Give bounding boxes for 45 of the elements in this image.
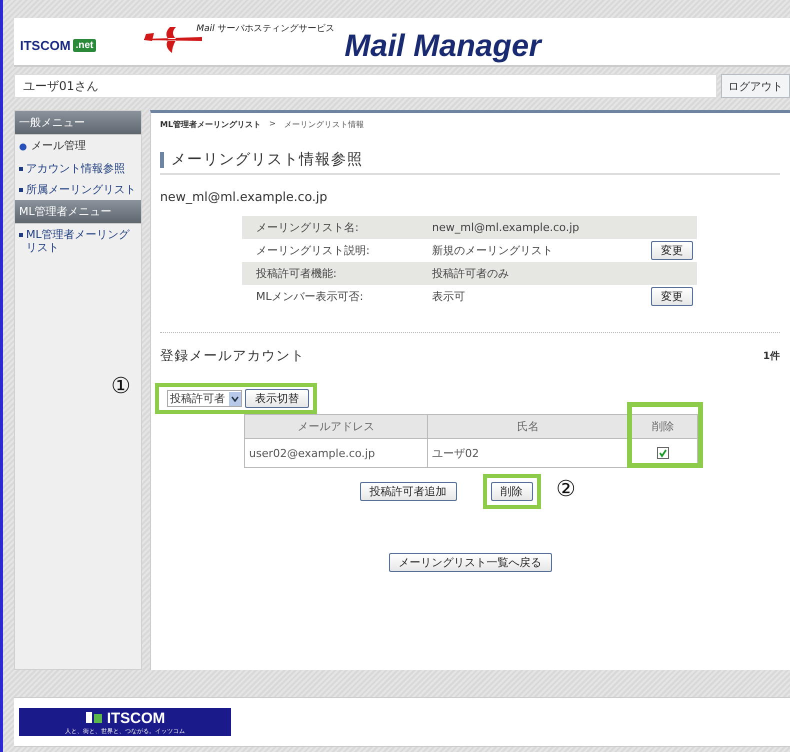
dropdown-icon: [229, 392, 241, 406]
product-title: Mail Manager: [344, 28, 541, 64]
menu-section-header: ML管理者メニュー: [15, 200, 141, 224]
info-label: 投稿許可者機能:: [242, 262, 418, 285]
footer-logo-text: ITSCOM: [106, 710, 166, 727]
info-label: MLメンバー表示可否:: [242, 285, 418, 308]
info-label: メーリングリスト説明:: [242, 239, 418, 262]
bullet-icon: [19, 233, 23, 237]
menu-section-header: 一般メニュー: [15, 111, 141, 135]
logo-text: ITSCOM: [20, 38, 71, 53]
menu-heading: メール管理: [30, 139, 86, 152]
logo-badge: .net: [72, 39, 96, 52]
info-value: 投稿許可者のみ: [418, 262, 633, 285]
switch-view-button[interactable]: 表示切替: [245, 389, 309, 408]
checkbox[interactable]: [657, 447, 669, 460]
step-marker: ②: [556, 477, 576, 502]
user-name: ユーザ01さん: [14, 74, 717, 98]
menu-link[interactable]: ML管理者メーリングリスト: [26, 228, 139, 254]
add-poster-button[interactable]: 投稿許可者追加: [360, 482, 456, 501]
list-address: new_ml@ml.example.co.jp: [160, 189, 328, 204]
info-value: new_ml@ml.example.co.jp: [418, 216, 633, 239]
logout-button[interactable]: ログアウト: [721, 74, 790, 98]
delete-button[interactable]: 削除: [490, 482, 532, 501]
menu-link[interactable]: 所属メーリングリスト: [26, 183, 136, 196]
back-button[interactable]: メーリングリスト一覧へ戻る: [388, 553, 552, 572]
service-tagline: Mail サーバホスティングサービス: [196, 22, 334, 35]
info-value: 新規のメーリングリスト: [418, 239, 633, 262]
menu-link[interactable]: アカウント情報参照: [26, 162, 125, 175]
page-title: メーリングリスト情報参照: [171, 150, 363, 169]
item-count: 1件: [763, 350, 780, 363]
section-title: 登録メールアカウント: [160, 347, 305, 365]
change-button[interactable]: 変更: [651, 287, 693, 306]
column-header: メールアドレス: [244, 414, 428, 438]
role-select[interactable]: 投稿許可者: [167, 390, 242, 407]
change-button[interactable]: 変更: [651, 241, 693, 260]
breadcrumb-separator: >: [269, 119, 276, 130]
step-marker: ①: [111, 374, 131, 399]
column-header: 氏名: [428, 414, 628, 438]
info-value: 表示可: [418, 285, 633, 308]
table-cell: user02@example.co.jp: [244, 438, 428, 468]
bullet-icon: [19, 188, 23, 192]
breadcrumb-current: メーリングリスト情報: [284, 119, 364, 130]
bullet-icon: [19, 167, 23, 171]
info-label: メーリングリスト名:: [242, 216, 418, 239]
breadcrumb-link[interactable]: ML管理者メーリングリスト: [160, 119, 262, 130]
